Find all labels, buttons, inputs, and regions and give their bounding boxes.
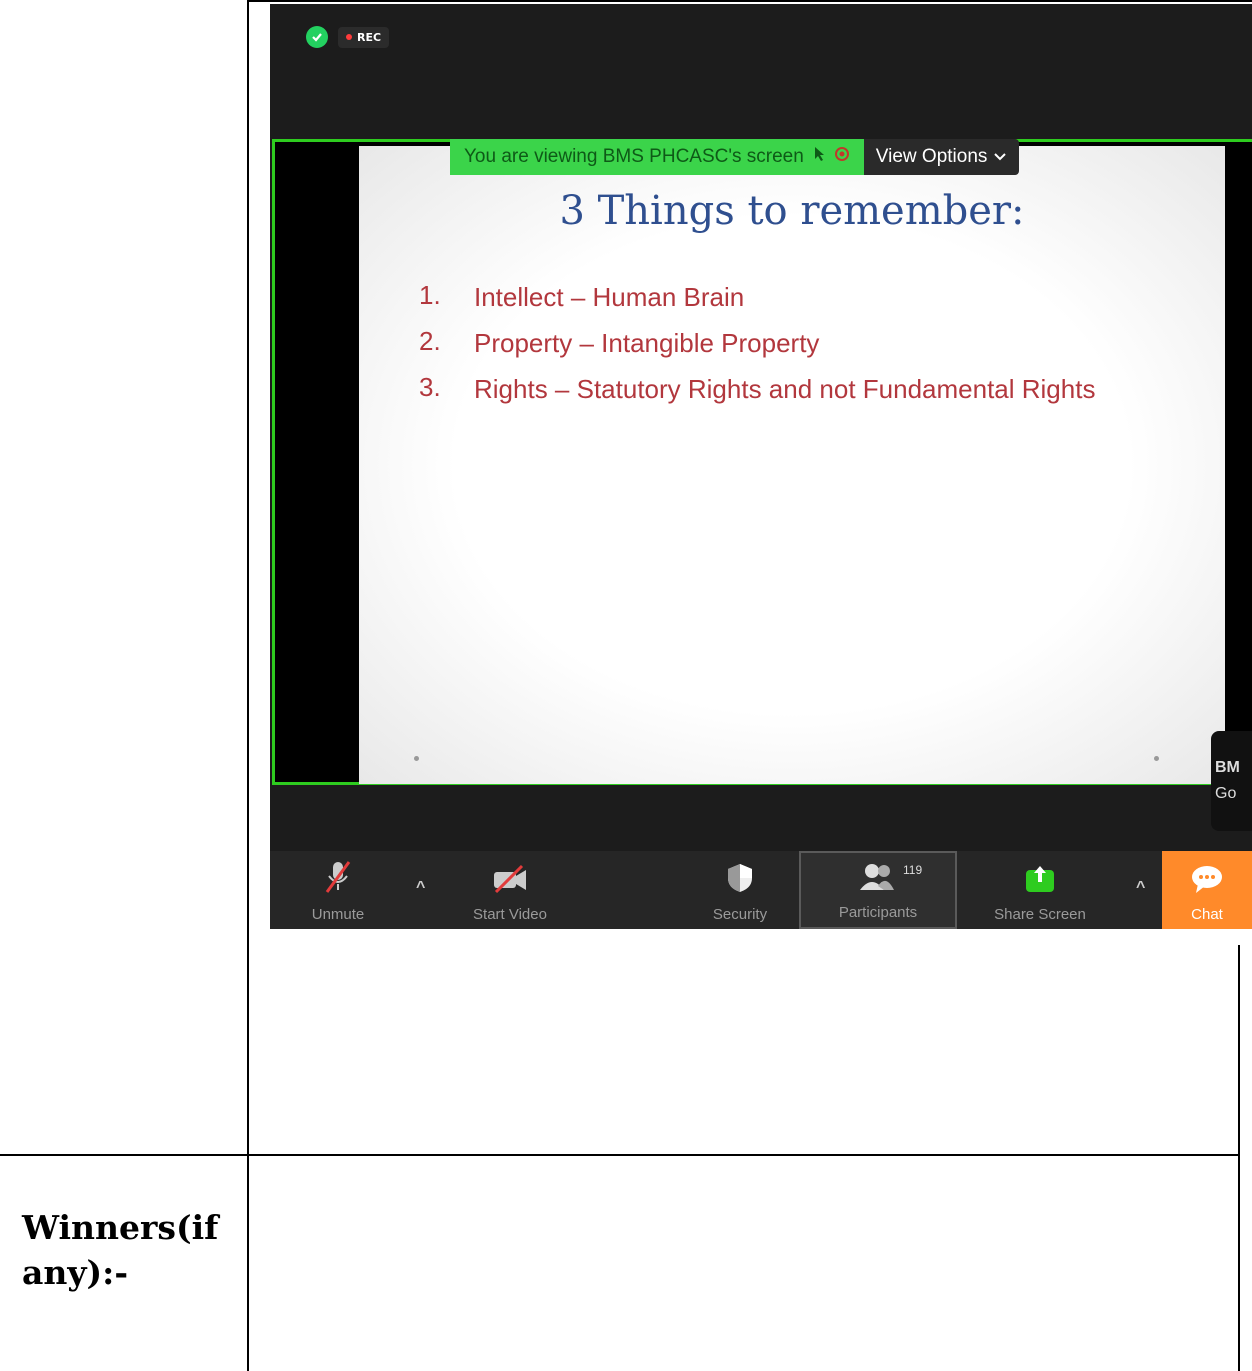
security-label: Security bbox=[712, 906, 768, 923]
unmute-button[interactable]: Unmute bbox=[292, 851, 384, 929]
presentation-slide: 3 Things to remember: 1. Intellect – Hum… bbox=[359, 146, 1225, 784]
zoom-meeting-screenshot: REC 3 Things to remember: 1. Intellect –… bbox=[270, 4, 1252, 929]
caret-up-icon[interactable]: ^ bbox=[416, 879, 425, 897]
chevron-down-icon bbox=[993, 146, 1007, 168]
start-video-button[interactable]: Start Video bbox=[450, 851, 570, 929]
pointer-icon[interactable] bbox=[812, 146, 826, 168]
table-right-border bbox=[1238, 945, 1240, 1371]
table-row-divider bbox=[0, 1154, 1240, 1156]
share-screen-icon bbox=[1024, 862, 1056, 898]
slide-points: 1. Intellect – Human Brain 2. Property –… bbox=[419, 280, 1194, 418]
point-number: 3. bbox=[419, 372, 441, 402]
chat-label: Chat bbox=[1191, 906, 1223, 923]
viewing-screen-notice: You are viewing BMS PHCASC's screen bbox=[450, 139, 864, 175]
table-top-border bbox=[247, 0, 1252, 2]
point-text: Property – Intangible Property bbox=[474, 328, 820, 358]
point-text: Intellect – Human Brain bbox=[474, 282, 745, 312]
unmute-label: Unmute bbox=[311, 906, 365, 923]
shared-screen-frame: 3 Things to remember: 1. Intellect – Hum… bbox=[272, 139, 1252, 785]
recording-indicator[interactable]: REC bbox=[338, 26, 390, 48]
chat-bubble-icon bbox=[1190, 864, 1224, 898]
slide-point: 2. Property – Intangible Property bbox=[419, 326, 1194, 360]
view-options-label: View Options bbox=[875, 146, 988, 167]
security-shield-icon bbox=[726, 862, 754, 898]
security-button[interactable]: Security bbox=[690, 851, 790, 929]
name-tag-line: Go bbox=[1215, 785, 1237, 802]
slide-point: 3. Rights – Statutory Rights and not Fun… bbox=[419, 372, 1194, 406]
shield-check-icon[interactable] bbox=[306, 26, 328, 48]
name-tag-line: BM bbox=[1215, 759, 1240, 776]
participants-label: Participants bbox=[838, 904, 918, 921]
slide-dot bbox=[414, 756, 419, 761]
table-column-divider bbox=[247, 0, 249, 1371]
screen-share-banner: You are viewing BMS PHCASC's screen View… bbox=[450, 139, 1020, 175]
share-screen-button[interactable]: Share Screen bbox=[970, 851, 1110, 929]
point-text: Rights – Statutory Rights and not Fundam… bbox=[474, 374, 1096, 404]
winners-label: Winners(if any):- bbox=[22, 1208, 219, 1292]
participant-name-tag[interactable]: BM Go bbox=[1211, 731, 1252, 831]
meeting-toolbar: Unmute ^ Start Video Security 119 Partic… bbox=[270, 851, 1252, 929]
view-options-button[interactable]: View Options bbox=[863, 139, 1020, 175]
caret-up-icon[interactable]: ^ bbox=[1136, 879, 1145, 897]
rec-label: REC bbox=[357, 30, 382, 44]
video-off-icon bbox=[492, 864, 528, 898]
viewing-text: You are viewing BMS PHCASC's screen bbox=[464, 146, 804, 167]
participants-icon bbox=[858, 862, 898, 896]
chat-button[interactable]: Chat bbox=[1162, 851, 1252, 929]
mic-muted-icon bbox=[323, 860, 353, 898]
stop-share-icon[interactable] bbox=[834, 146, 850, 168]
point-number: 1. bbox=[419, 280, 441, 310]
share-screen-label: Share Screen bbox=[994, 906, 1086, 923]
slide-dot bbox=[1154, 756, 1159, 761]
participants-button[interactable]: 119 Participants bbox=[799, 851, 957, 929]
participants-count: 119 bbox=[903, 863, 923, 877]
slide-point: 1. Intellect – Human Brain bbox=[419, 280, 1194, 314]
start-video-label: Start Video bbox=[473, 906, 547, 923]
record-dot-icon bbox=[346, 34, 352, 40]
point-number: 2. bbox=[419, 326, 441, 356]
slide-title: 3 Things to remember: bbox=[559, 188, 1025, 234]
meeting-status-bar: REC bbox=[306, 26, 390, 48]
